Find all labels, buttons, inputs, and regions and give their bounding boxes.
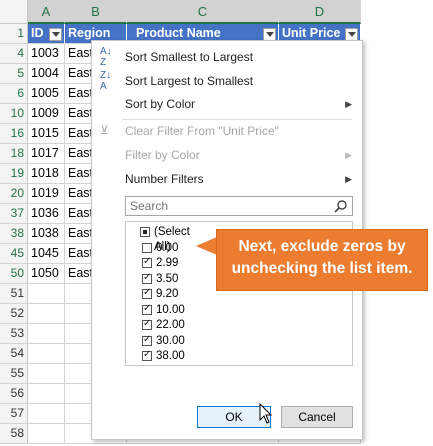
cell-id[interactable] [28,424,65,444]
search-input[interactable] [130,198,330,214]
row-header[interactable]: 20 [0,184,28,204]
row-header[interactable]: 37 [0,204,28,224]
callout-line-2: unchecking the list item. [231,260,413,277]
row-header[interactable]: 10 [0,104,28,124]
cell-id[interactable] [28,344,65,364]
cell-id[interactable] [28,404,65,424]
mouse-cursor-icon [259,403,273,424]
cell-id[interactable]: 1003 [28,44,65,64]
row-header[interactable]: 5 [0,64,28,84]
cell-id[interactable]: 1036 [28,204,65,224]
submenu-arrow-icon: ▶ [345,99,352,109]
filter-item-label: 10.00 [156,303,185,316]
menu-item-filter-by-color: Filter by Color ▶ [92,144,362,166]
checkbox[interactable] [142,303,152,315]
row-header[interactable]: 6 [0,84,28,104]
cell-id[interactable] [28,284,65,304]
filter-item-label: 2.99 [156,257,179,269]
callout-pointer [196,237,217,255]
row-header[interactable]: 4 [0,44,28,64]
filter-item-label: 9.20 [156,288,179,300]
cell-id[interactable]: 1004 [28,64,65,84]
cell-id[interactable]: 1005 [28,84,65,104]
checkbox[interactable] [142,318,152,330]
menu-item-clear-filter: ⊻ Clear Filter From "Unit Price" [100,123,279,138]
header-label: Region [68,26,111,40]
filter-item-label: 22.00 [156,319,185,331]
checkbox[interactable] [142,242,152,253]
cell-id[interactable]: 1018 [28,164,65,184]
column-header-c[interactable]: C [127,0,279,24]
sort-descending-icon: Z↓ A [100,70,112,92]
cell-id[interactable]: 1019 [28,184,65,204]
column-header-b[interactable]: B [65,0,127,24]
checkbox[interactable] [142,334,152,346]
row-header[interactable]: 57 [0,404,28,424]
row-header[interactable]: 58 [0,424,28,444]
menu-item-sort-by-color[interactable]: Sort by Color ▶ [92,93,362,115]
menu-item-sort-ascending[interactable]: A↓ Z Sort Smallest to Largest [92,46,362,68]
menu-item-sort-descending[interactable]: Z↓ A Sort Largest to Smallest [92,70,362,92]
checkbox[interactable] [142,287,152,299]
row-header[interactable]: 45 [0,244,28,264]
cell-id[interactable] [28,324,65,344]
callout-line-1: Next, exclude zeros by [238,238,406,255]
filter-search-box[interactable] [125,196,353,216]
cell-id[interactable]: 1045 [28,244,65,264]
header-label: Unit Price [282,26,341,40]
clear-filter-icon: ⊻ [100,123,109,137]
row-header[interactable]: 38 [0,224,28,244]
header-label: ID [31,26,44,40]
row-header[interactable]: 55 [0,364,28,384]
submenu-arrow-icon: ▶ [345,150,352,160]
cell-id[interactable]: 1009 [28,104,65,124]
row-header[interactable]: 16 [0,124,28,144]
filter-item-label: 0.00 [156,241,179,254]
cell-id[interactable] [28,384,65,404]
cell-id[interactable] [28,304,65,324]
instruction-callout: Next, exclude zeros by unchecking the li… [216,229,428,291]
select-all-corner[interactable] [0,0,28,24]
row-header[interactable]: 1 [0,24,28,44]
checkbox[interactable] [142,272,152,284]
filter-item-label: 30.00 [156,334,185,347]
submenu-arrow-icon: ▶ [345,174,352,184]
row-header[interactable]: 50 [0,264,28,284]
column-header-d[interactable]: D [279,0,361,24]
sort-ascending-icon: A↓ Z [100,46,112,68]
column-header-a[interactable]: A [28,0,65,24]
filter-item-label: 3.50 [156,272,179,285]
row-header[interactable]: 18 [0,144,28,164]
cancel-button[interactable]: Cancel [281,406,353,428]
cell-id[interactable]: 1050 [28,264,65,284]
row-header[interactable]: 19 [0,164,28,184]
cell-id[interactable]: 1017 [28,144,65,164]
checkbox[interactable] [142,256,152,268]
filter-dropdown-icon[interactable] [49,28,62,41]
cell-id[interactable]: 1038 [28,224,65,244]
row-header[interactable]: 56 [0,384,28,404]
cell-id[interactable]: 1015 [28,124,65,144]
checkbox[interactable] [140,227,150,237]
menu-item-number-filters[interactable]: Number Filters ▶ [92,168,362,190]
search-icon [334,200,347,213]
row-header[interactable]: 54 [0,344,28,364]
checkbox[interactable] [142,349,152,361]
cell-id[interactable] [28,364,65,384]
header-label: Product Name [136,26,221,40]
row-header[interactable]: 51 [0,284,28,304]
row-header[interactable]: 52 [0,304,28,324]
filter-item-label: 38.00 [156,350,185,362]
row-header[interactable]: 53 [0,324,28,344]
